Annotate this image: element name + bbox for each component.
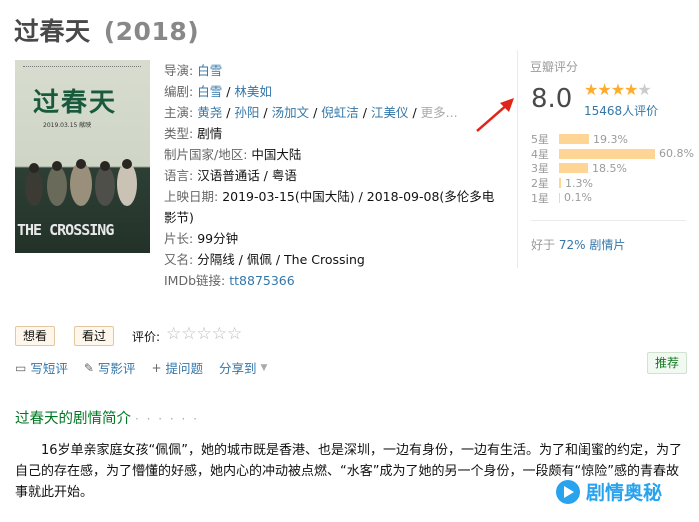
rating-dist-row: 4星 60.8%: [531, 147, 694, 162]
ask-question-button[interactable]: + 提问题: [151, 358, 203, 377]
rating-dist-bar: [559, 163, 588, 174]
rating-dist-row: 1星 0.1%: [531, 190, 694, 205]
movie-info: 导演: 白雪 编剧: 白雪 / 林美如 主演: 黄尧 / 孙阳 / 汤加文 / …: [164, 60, 494, 291]
rating-dist-pct: 19.3%: [593, 132, 628, 146]
rating-score: 8.0: [531, 84, 573, 114]
share-dropdown[interactable]: 分享到 ▼: [219, 358, 267, 377]
movie-title: 过春天: [14, 17, 91, 46]
movie-poster[interactable]: 过春天 2019.03.15 献映 THE CROSSING: [15, 60, 150, 253]
rating-dist-pct: 1.3%: [565, 176, 593, 190]
rating-dist-label: 2星: [531, 177, 549, 191]
rating-dist-bar: [559, 192, 560, 203]
poster-date: 2019.03.15 献映: [43, 122, 92, 129]
review-button[interactable]: ✎ 写影评: [84, 358, 136, 377]
cast-link[interactable]: 江美仪: [371, 105, 409, 120]
plus-icon: +: [151, 360, 162, 375]
cast-link[interactable]: 黄尧: [197, 105, 222, 120]
info-release-date-cont: 影节): [164, 210, 194, 225]
rating-dist-bar: [559, 178, 561, 189]
rating-dist-pct: 0.1%: [564, 191, 592, 205]
writer-link[interactable]: 白雪: [197, 84, 222, 99]
rating-dist-row: 3星 18.5%: [531, 161, 694, 176]
empty-star-icon[interactable]: ☆: [181, 324, 196, 344]
info-cast: 主演: 黄尧 / 孙阳 / 汤加文 / 倪虹洁 / 江美仪 / 更多...: [164, 105, 458, 120]
cast-link[interactable]: 孙阳: [234, 105, 259, 120]
comment-icon: ▭: [15, 360, 27, 375]
cast-more-link[interactable]: 更多...: [421, 105, 458, 120]
rating-dist-row: 5星 19.3%: [531, 132, 694, 147]
director-link[interactable]: 白雪: [197, 63, 222, 78]
rate-stars-input[interactable]: ☆☆☆☆☆: [166, 324, 242, 344]
rating-dist-label: 4星: [531, 147, 549, 161]
empty-star-icon[interactable]: ☆: [166, 324, 181, 344]
rating-dist-label: 5星: [531, 133, 549, 147]
cast-link[interactable]: 汤加文: [272, 105, 310, 120]
star-icon: ★: [610, 80, 625, 99]
empty-star-icon[interactable]: ☆: [212, 324, 227, 344]
rating-better-than: 好于 72% 剧情片: [531, 238, 626, 252]
caret-down-icon: ▼: [260, 362, 268, 373]
rating-dist-label: 3星: [531, 162, 549, 176]
page-title: 过春天 (2018): [14, 12, 199, 48]
star-icon: ★: [637, 80, 651, 99]
poster-festival-laurels: [23, 66, 141, 74]
info-language: 语言: 汉语普通话 / 粤语: [164, 168, 297, 183]
rating-label: 豆瓣评分: [530, 60, 579, 74]
rating-panel: 豆瓣评分 8.0 ★★★★★ 15468人评价 5星 19.3% 4星 60.8% 3星…: [517, 50, 694, 268]
movie-year: (2018): [103, 17, 200, 46]
writer-link[interactable]: 林美如: [234, 84, 272, 99]
short-review-button[interactable]: ▭ 写短评: [15, 358, 68, 377]
info-runtime: 片长: 99分钟: [164, 231, 239, 246]
want-to-watch-button[interactable]: 想看: [15, 326, 56, 346]
watermark: 剧情奥秘: [556, 478, 662, 505]
divider: [531, 220, 686, 221]
imdb-link[interactable]: tt8875366: [229, 273, 294, 288]
poster-people-illustration: [25, 159, 137, 206]
rating-count-link[interactable]: 15468人评价: [584, 102, 658, 119]
rating-dist-pct: 60.8%: [659, 147, 694, 161]
rating-dist-label: 1星: [531, 191, 549, 205]
info-genre: 类型: 剧情: [164, 126, 223, 141]
action-bar: ▭ 写短评 ✎ 写影评 + 提问题 分享到 ▼: [15, 358, 283, 377]
rating-dist-bar: [559, 148, 655, 159]
star-icon: ★: [624, 80, 638, 99]
info-imdb: IMDb链接: tt8875366: [164, 273, 295, 288]
info-writer: 编剧: 白雪 / 林美如: [164, 84, 272, 99]
poster-title: 过春天: [33, 88, 118, 118]
info-country: 制片国家/地区: 中国大陆: [164, 147, 302, 162]
rating-dist-bar: [559, 134, 589, 145]
poster-english-title: THE CROSSING: [17, 221, 114, 239]
rating-stars: ★★★★★: [584, 80, 652, 99]
rating-dist-pct: 18.5%: [592, 161, 627, 175]
info-director: 导演: 白雪: [164, 63, 223, 78]
watched-button[interactable]: 看过: [74, 326, 115, 346]
cast-link[interactable]: 倪虹洁: [321, 105, 359, 120]
rating-dist-row: 2星 1.3%: [531, 176, 694, 191]
info-aka: 又名: 分隔线 / 佩佩 / The Crossing: [164, 252, 365, 267]
star-icon: ★: [584, 80, 598, 99]
star-icon: ★: [597, 80, 611, 99]
empty-star-icon[interactable]: ☆: [227, 324, 242, 344]
synopsis-heading: 过春天的剧情简介 · · · · · ·: [15, 411, 199, 427]
recommend-button[interactable]: 推荐: [647, 352, 688, 374]
pencil-icon: ✎: [83, 360, 94, 375]
play-logo-icon: [556, 479, 580, 504]
rating-distribution: 5星 19.3% 4星 60.8% 3星 18.5% 2星 1.3% 1星 0.1%: [531, 132, 694, 205]
better-than-link[interactable]: 72% 剧情片: [559, 238, 626, 252]
rate-label: 评价:: [132, 330, 161, 344]
info-release-date: 上映日期: 2019-03-15(中国大陆) / 2018-09-08(多伦多电: [164, 189, 495, 204]
red-arrow-icon: [476, 98, 514, 132]
empty-star-icon[interactable]: ☆: [197, 324, 212, 344]
